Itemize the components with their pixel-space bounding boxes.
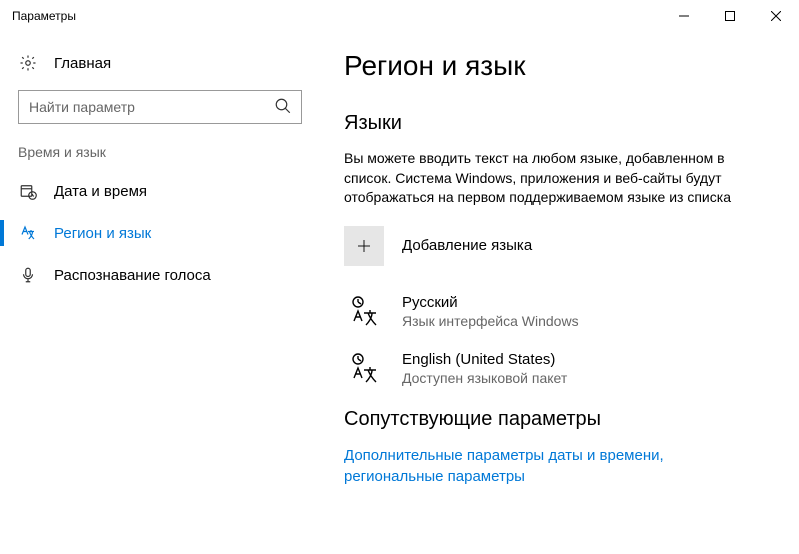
gear-icon (18, 54, 38, 72)
sidebar-group-label: Время и язык (0, 144, 320, 170)
language-text: English (United States) Доступен языково… (402, 351, 567, 386)
plus-icon (344, 226, 384, 266)
language-glyph-icon (344, 352, 384, 384)
sidebar-item-date-time[interactable]: Дата и время (0, 170, 320, 212)
window-controls (661, 0, 799, 32)
search-input[interactable] (18, 90, 302, 124)
sidebar-home[interactable]: Главная (0, 46, 320, 80)
microphone-icon (18, 266, 38, 284)
title-bar: Параметры (0, 0, 799, 32)
sidebar-item-label: Регион и язык (54, 225, 151, 242)
sidebar-item-label: Распознавание голоса (54, 267, 211, 284)
add-language-button[interactable]: Добавление языка (344, 226, 771, 266)
minimize-button[interactable] (661, 0, 707, 32)
sidebar-item-region-language[interactable]: Регион и язык (0, 212, 320, 254)
page-title: Регион и язык (344, 50, 771, 82)
language-text: Русский Язык интерфейса Windows (402, 294, 579, 329)
language-item-russian[interactable]: Русский Язык интерфейса Windows (344, 294, 771, 329)
window-title: Параметры (0, 9, 661, 23)
language-status: Язык интерфейса Windows (402, 313, 579, 329)
close-button[interactable] (753, 0, 799, 32)
calendar-clock-icon (18, 182, 38, 200)
related-link-additional-date-region[interactable]: Дополнительные параметры даты и времени,… (344, 445, 764, 487)
language-status: Доступен языковой пакет (402, 370, 567, 386)
language-glyph-icon (344, 295, 384, 327)
language-icon (18, 224, 38, 242)
related-heading: Сопутствующие параметры (344, 408, 771, 431)
languages-description: Вы можете вводить текст на любом языке, … (344, 149, 764, 208)
add-language-label: Добавление языка (402, 237, 532, 254)
languages-heading: Языки (344, 112, 771, 135)
language-name: Русский (402, 294, 579, 311)
language-item-english[interactable]: English (United States) Доступен языково… (344, 351, 771, 386)
sidebar: Главная Время и язык Дата и время (0, 32, 320, 554)
maximize-button[interactable] (707, 0, 753, 32)
sidebar-home-label: Главная (54, 55, 111, 72)
main-content: Регион и язык Языки Вы можете вводить те… (320, 32, 799, 554)
related-settings: Сопутствующие параметры Дополнительные п… (344, 408, 771, 487)
sidebar-item-voice-recognition[interactable]: Распознавание голоса (0, 254, 320, 296)
search-wrapper (18, 90, 302, 124)
sidebar-item-label: Дата и время (54, 183, 147, 200)
language-name: English (United States) (402, 351, 567, 368)
